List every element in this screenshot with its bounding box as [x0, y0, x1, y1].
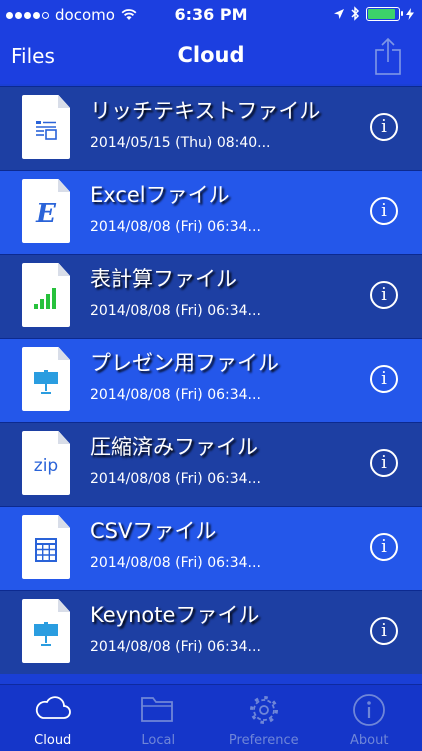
file-row-presentation[interactable]: プレゼン用ファイル 2014/08/08 (Fri) 06:34... i — [0, 338, 422, 422]
rich-text-file-icon — [22, 95, 70, 159]
info-button[interactable]: i — [370, 533, 398, 561]
file-row-keynote[interactable]: Keynoteファイル 2014/08/08 (Fri) 06:34... i — [0, 590, 422, 674]
file-name: リッチテキストファイル — [90, 95, 320, 125]
csv-file-icon — [22, 515, 70, 579]
battery-level-fill — [368, 9, 395, 19]
tab-label: Local — [106, 733, 212, 748]
file-row-rich-text[interactable]: リッチテキストファイル 2014/05/15 (Thu) 08:40... i — [0, 86, 422, 170]
tab-label: Preference — [211, 733, 317, 748]
status-bar: docomo 6:36 PM — [0, 0, 422, 30]
file-date: 2014/08/08 (Fri) 06:34... — [90, 219, 261, 235]
gear-icon — [247, 693, 281, 727]
presentation-file-icon — [22, 347, 70, 411]
tab-local[interactable]: Local — [106, 685, 212, 751]
info-button[interactable]: i — [370, 617, 398, 645]
file-row-zip[interactable]: zip 圧縮済みファイル 2014/08/08 (Fri) 06:34... i — [0, 422, 422, 506]
tab-label: Cloud — [0, 733, 106, 748]
tab-cloud[interactable]: Cloud — [0, 685, 106, 751]
folder-icon — [140, 693, 176, 725]
excel-letter: E — [36, 199, 56, 229]
info-button[interactable]: i — [370, 197, 398, 225]
info-button[interactable]: i — [370, 449, 398, 477]
keynote-file-icon — [22, 599, 70, 663]
tab-label: About — [317, 733, 422, 748]
file-name: 圧縮済みファイル — [90, 431, 258, 461]
excel-file-icon: E — [22, 179, 70, 243]
info-button[interactable]: i — [370, 281, 398, 309]
info-button[interactable]: i — [370, 365, 398, 393]
bluetooth-icon — [351, 6, 360, 21]
navigation-bar: Files Cloud — [0, 30, 422, 84]
tab-bar: Cloud Local Preference About — [0, 684, 422, 751]
zip-label: zip — [34, 456, 58, 476]
info-circle-icon — [352, 693, 386, 727]
file-row-csv[interactable]: CSVファイル 2014/08/08 (Fri) 06:34... i — [0, 506, 422, 590]
page-title: Cloud — [0, 43, 422, 67]
tab-about[interactable]: About — [317, 685, 422, 751]
battery-icon — [366, 7, 400, 21]
file-name: Excelファイル — [90, 179, 230, 209]
file-date: 2014/08/08 (Fri) 06:34... — [90, 555, 261, 571]
file-list: リッチテキストファイル 2014/05/15 (Thu) 08:40... i … — [0, 86, 422, 674]
files-back-button[interactable]: Files — [11, 44, 55, 68]
file-row-spreadsheet[interactable]: 表計算ファイル 2014/08/08 (Fri) 06:34... i — [0, 254, 422, 338]
spreadsheet-file-icon — [22, 263, 70, 327]
file-name: CSVファイル — [90, 515, 216, 545]
file-name: Keynoteファイル — [90, 599, 259, 629]
file-name: プレゼン用ファイル — [90, 347, 279, 377]
file-date: 2014/08/08 (Fri) 06:34... — [90, 387, 261, 403]
location-icon — [333, 8, 345, 20]
file-date: 2014/05/15 (Thu) 08:40... — [90, 135, 271, 151]
status-right — [333, 6, 414, 21]
file-date: 2014/08/08 (Fri) 06:34... — [90, 639, 261, 655]
zip-file-icon: zip — [22, 431, 70, 495]
cloud-icon — [34, 693, 72, 723]
file-date: 2014/08/08 (Fri) 06:34... — [90, 471, 261, 487]
charging-bolt-icon — [406, 8, 414, 20]
file-row-excel[interactable]: E Excelファイル 2014/08/08 (Fri) 06:34... i — [0, 170, 422, 254]
info-button[interactable]: i — [370, 113, 398, 141]
file-date: 2014/08/08 (Fri) 06:34... — [90, 303, 261, 319]
file-name: 表計算ファイル — [90, 263, 237, 293]
share-icon[interactable] — [374, 36, 402, 76]
tab-preference[interactable]: Preference — [211, 685, 317, 751]
